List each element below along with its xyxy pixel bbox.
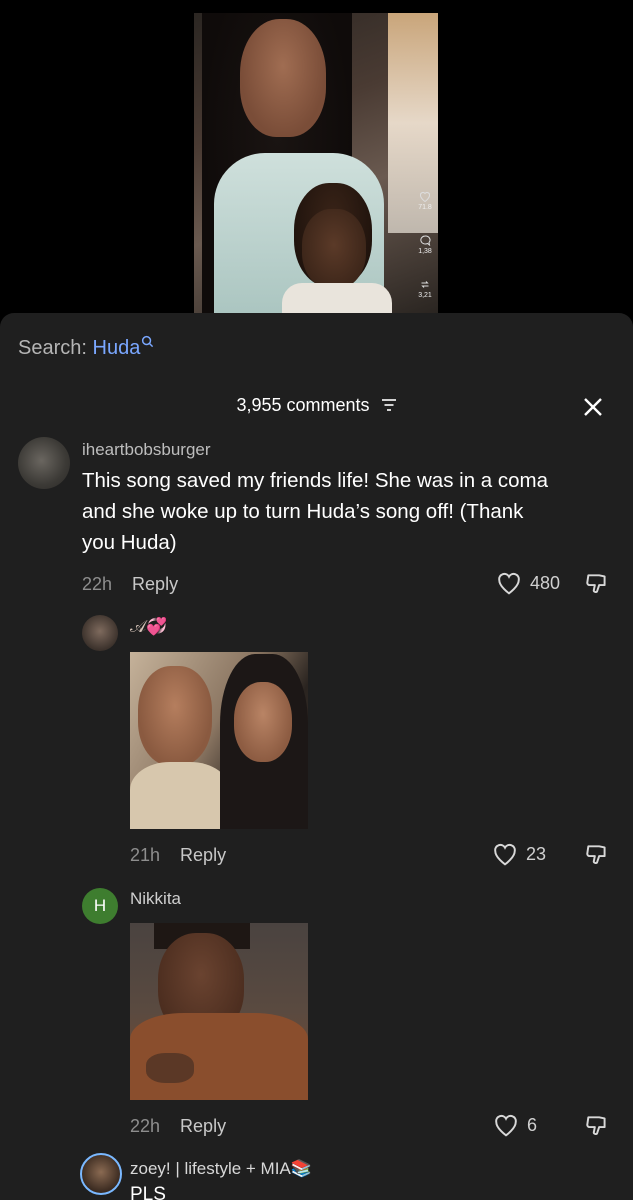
comment-meta: 22h Reply <box>82 574 178 595</box>
video-share-stat[interactable]: 3,21 <box>414 279 436 299</box>
comment-time: 22h <box>82 574 113 594</box>
reply-time: 22h <box>130 1116 161 1136</box>
repost-icon <box>421 281 429 288</box>
comment-icon <box>420 235 431 246</box>
close-icon[interactable] <box>581 395 605 419</box>
dislike-icon[interactable] <box>584 842 610 868</box>
video-figure-face <box>240 19 326 137</box>
video-overlay-person-shirt <box>282 283 392 313</box>
comment-text: This song saved my friends life! She was… <box>82 465 622 558</box>
heart-icon <box>420 192 430 202</box>
video-comment-stat[interactable]: 1,38 <box>414 235 436 255</box>
avatar[interactable] <box>80 1153 122 1195</box>
like-button[interactable]: 23 <box>492 842 546 866</box>
video-overlay-person-face <box>302 209 366 289</box>
reply-meta: 21h Reply <box>130 845 226 866</box>
comment-text-line: and she woke up to turn Huda’s song off!… <box>82 500 524 523</box>
image-person-hand <box>146 1053 194 1083</box>
reply-image[interactable] <box>130 652 308 829</box>
video-like-stat[interactable]: 71.8 <box>414 191 436 211</box>
comments-sheet: Search: Huda 3,955 comments iheartbobsbu… <box>0 313 633 1200</box>
filter-icon[interactable] <box>381 398 397 411</box>
reply-button[interactable]: Reply <box>180 845 226 865</box>
heart-icon <box>498 572 520 595</box>
dislike-icon[interactable] <box>584 1113 610 1139</box>
like-button[interactable]: 6 <box>493 1113 537 1137</box>
like-count: 23 <box>526 843 547 864</box>
reply-button[interactable]: Reply <box>180 1116 226 1136</box>
like-count: 480 <box>530 572 561 593</box>
reply-username[interactable]: zoey! | lifestyle + MIA📚 <box>130 1159 312 1179</box>
reply-image[interactable] <box>130 923 308 1100</box>
comment-text-line: you Huda) <box>82 531 177 554</box>
video-preview[interactable]: 71.8 1,38 3,21 <box>194 13 438 313</box>
like-button[interactable]: 480 <box>496 571 560 595</box>
comment-username[interactable]: iheartbobsburger <box>82 440 211 460</box>
like-count: 6 <box>527 1114 538 1135</box>
reply-username[interactable]: 𝒜💞 <box>130 617 167 637</box>
avatar[interactable] <box>18 437 70 489</box>
reply-username[interactable]: Nikkita <box>130 889 181 909</box>
avatar[interactable] <box>82 615 118 651</box>
reply-text: PLS <box>130 1184 166 1200</box>
avatar[interactable]: H <box>82 888 118 924</box>
heart-icon <box>494 843 516 866</box>
comment-text-line: This song saved my friends life! She was… <box>82 469 549 492</box>
reply-button[interactable]: Reply <box>132 574 178 594</box>
image-person-left <box>138 666 212 766</box>
search-term[interactable]: Huda <box>93 337 141 359</box>
reply-time: 21h <box>130 845 161 865</box>
heart-icon <box>495 1114 517 1137</box>
comments-header: 3,955 comments <box>0 395 633 416</box>
search-suggestion[interactable]: Search: Huda <box>18 335 154 360</box>
video-share-count: 3,21 <box>418 292 432 299</box>
avatar-letter: H <box>93 896 107 915</box>
dislike-icon[interactable] <box>584 571 610 597</box>
video-comment-count: 1,38 <box>418 248 432 255</box>
video-like-count: 71.8 <box>418 204 432 211</box>
comments-count: 3,955 comments <box>236 395 370 415</box>
search-prefix: Search: <box>18 337 87 359</box>
search-icon[interactable] <box>141 335 154 348</box>
reply-meta: 22h Reply <box>130 1116 226 1137</box>
image-person-right-face <box>234 682 292 762</box>
image-person-left-jacket <box>130 762 230 829</box>
